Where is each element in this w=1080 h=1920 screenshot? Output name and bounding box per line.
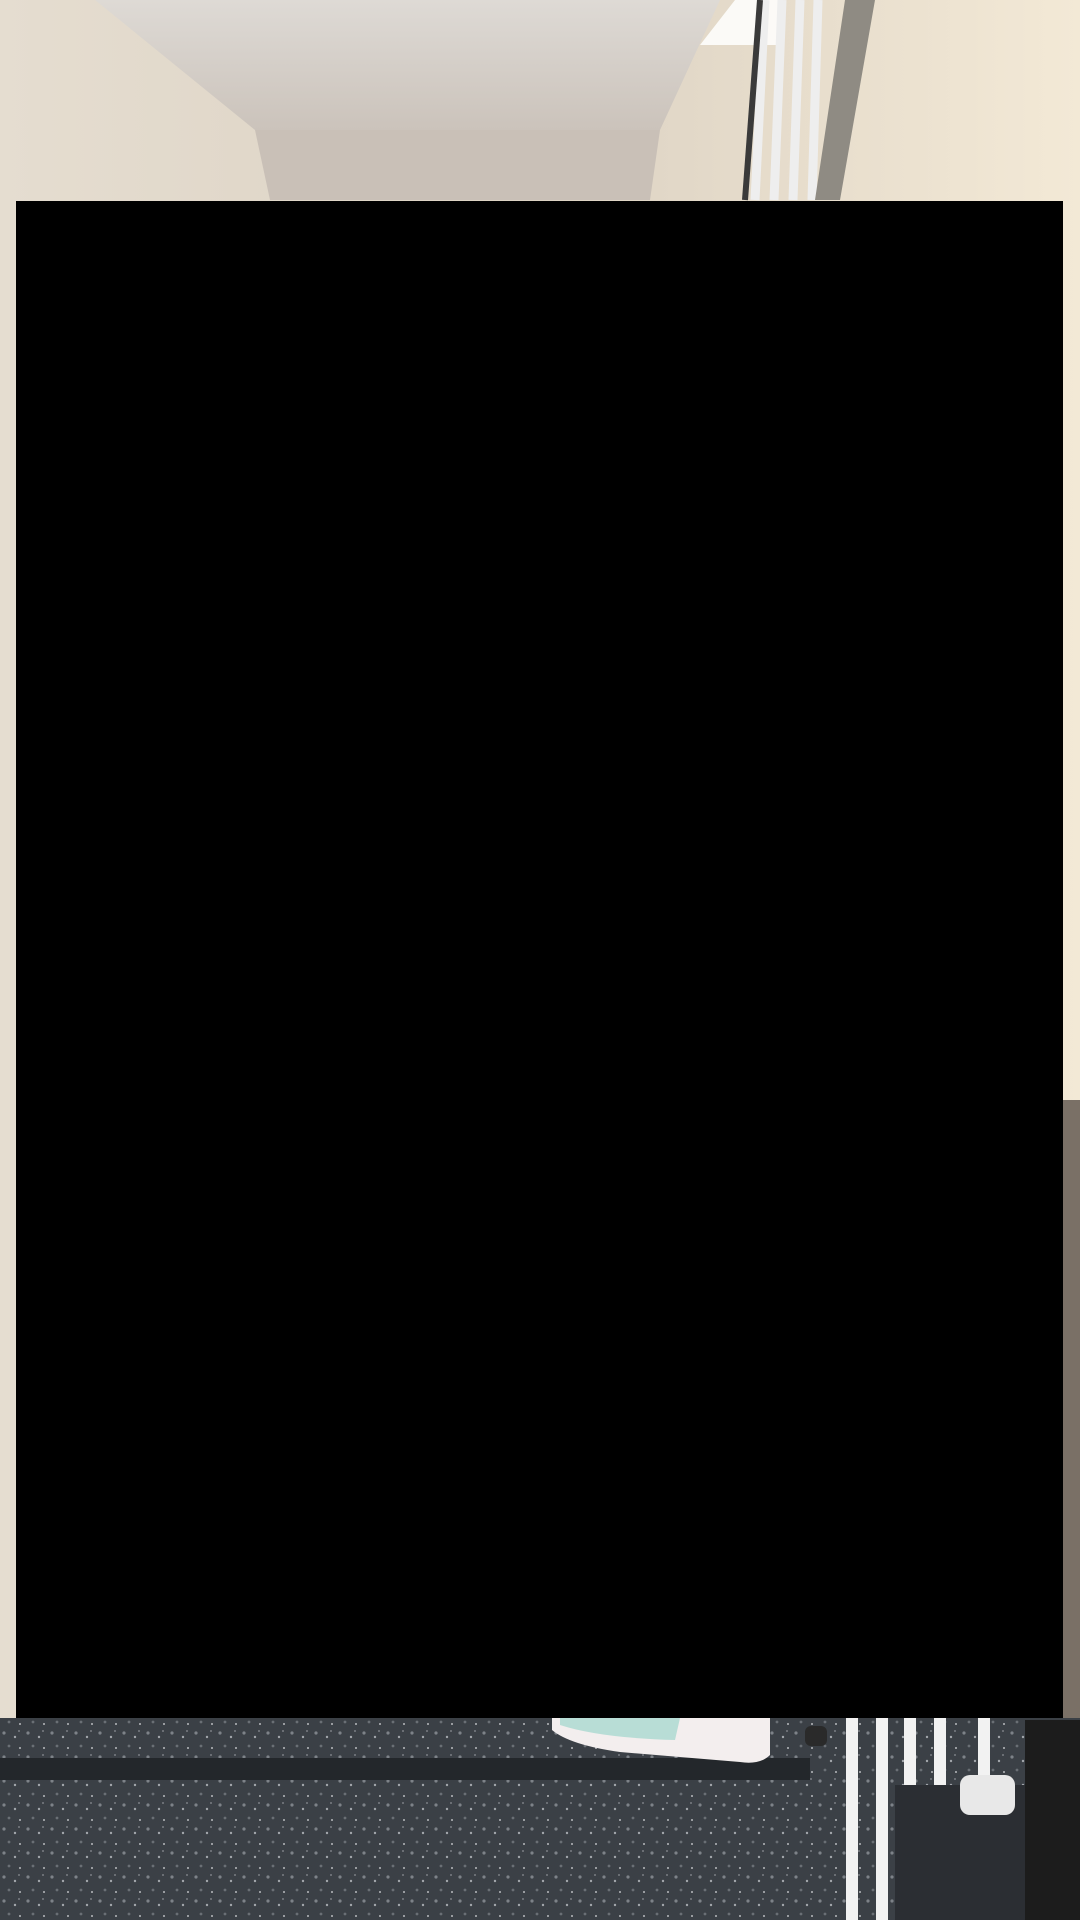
- photo-scene: [0, 0, 1080, 1920]
- railing-post-base: [805, 1726, 827, 1746]
- ceiling-shadow: [255, 130, 660, 200]
- stair-edge: [0, 1758, 810, 1780]
- right-wall-dark: [1063, 1100, 1080, 1800]
- black-overlay: [16, 201, 1063, 1718]
